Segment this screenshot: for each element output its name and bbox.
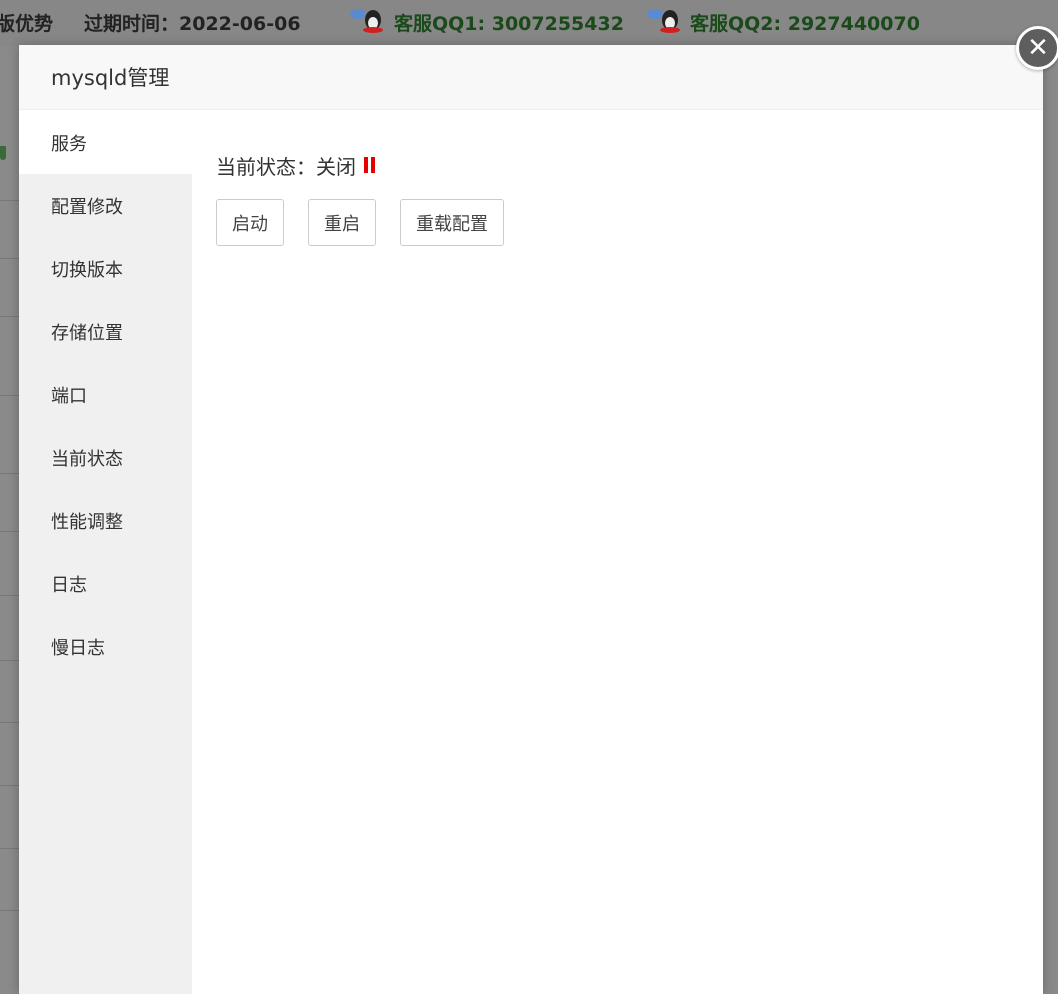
sidebar-item-label: 日志	[51, 574, 87, 596]
sidebar-item-label: 慢日志	[51, 637, 105, 659]
modal-header: mysqld管理	[19, 45, 1043, 110]
start-button[interactable]: 启动	[216, 199, 284, 246]
qq1-text: 客服QQ1: 3007255432	[394, 13, 624, 35]
close-icon[interactable]: ✕	[1016, 26, 1058, 70]
sidebar-item-config[interactable]: 配置修改	[19, 174, 192, 237]
shield-icon	[0, 146, 6, 160]
sidebar-item-label: 存储位置	[51, 322, 123, 344]
background-topbar: 版优势 过期时间：2022-06-06 客服QQ1: 3007255432 客服…	[0, 0, 1058, 46]
sidebar-item-label: 端口	[51, 385, 87, 407]
sidebar-item-log[interactable]: 日志	[19, 552, 192, 615]
status-text: 当前状态：关闭	[216, 154, 356, 179]
sidebar-item-service[interactable]: 服务	[19, 111, 192, 174]
reload-config-button[interactable]: 重载配置	[400, 199, 504, 246]
sidebar-item-label: 当前状态	[51, 448, 123, 470]
service-panel: 当前状态：关闭 启动 重启 重载配置	[192, 111, 1043, 994]
sidebar-item-label: 服务	[51, 133, 87, 155]
sidebar-item-port[interactable]: 端口	[19, 363, 192, 426]
topbar-left-text: 版优势	[0, 13, 54, 35]
modal-body: 服务 配置修改 切换版本 存储位置 端口 当前状态 性能调整 日志 慢日志 当前…	[19, 111, 1043, 994]
sidebar-item-label: 切换版本	[51, 259, 123, 281]
qq-icon	[645, 6, 683, 34]
restart-button[interactable]: 重启	[308, 199, 376, 246]
sidebar-item-switch-version[interactable]: 切换版本	[19, 237, 192, 300]
modal-title: mysqld管理	[51, 66, 170, 90]
sidebar-item-performance[interactable]: 性能调整	[19, 489, 192, 552]
sidebar-item-label: 性能调整	[51, 511, 123, 533]
service-actions: 启动 重启 重载配置	[216, 199, 1043, 246]
sidebar-item-label: 配置修改	[51, 196, 123, 218]
qq2-text: 客服QQ2: 2927440070	[690, 13, 920, 35]
service-status: 当前状态：关闭	[216, 151, 1043, 179]
sidebar-item-slow-log[interactable]: 慢日志	[19, 615, 192, 678]
qq-icon	[348, 6, 386, 34]
modal-sidebar: 服务 配置修改 切换版本 存储位置 端口 当前状态 性能调整 日志 慢日志	[19, 111, 192, 994]
mysqld-modal: mysqld管理 服务 配置修改 切换版本 存储位置 端口 当前状态 性能调整 …	[19, 45, 1043, 994]
sidebar-item-storage[interactable]: 存储位置	[19, 300, 192, 363]
expire-date: 过期时间：2022-06-06	[84, 13, 301, 35]
sidebar-item-current-status[interactable]: 当前状态	[19, 426, 192, 489]
pause-icon	[364, 157, 375, 173]
